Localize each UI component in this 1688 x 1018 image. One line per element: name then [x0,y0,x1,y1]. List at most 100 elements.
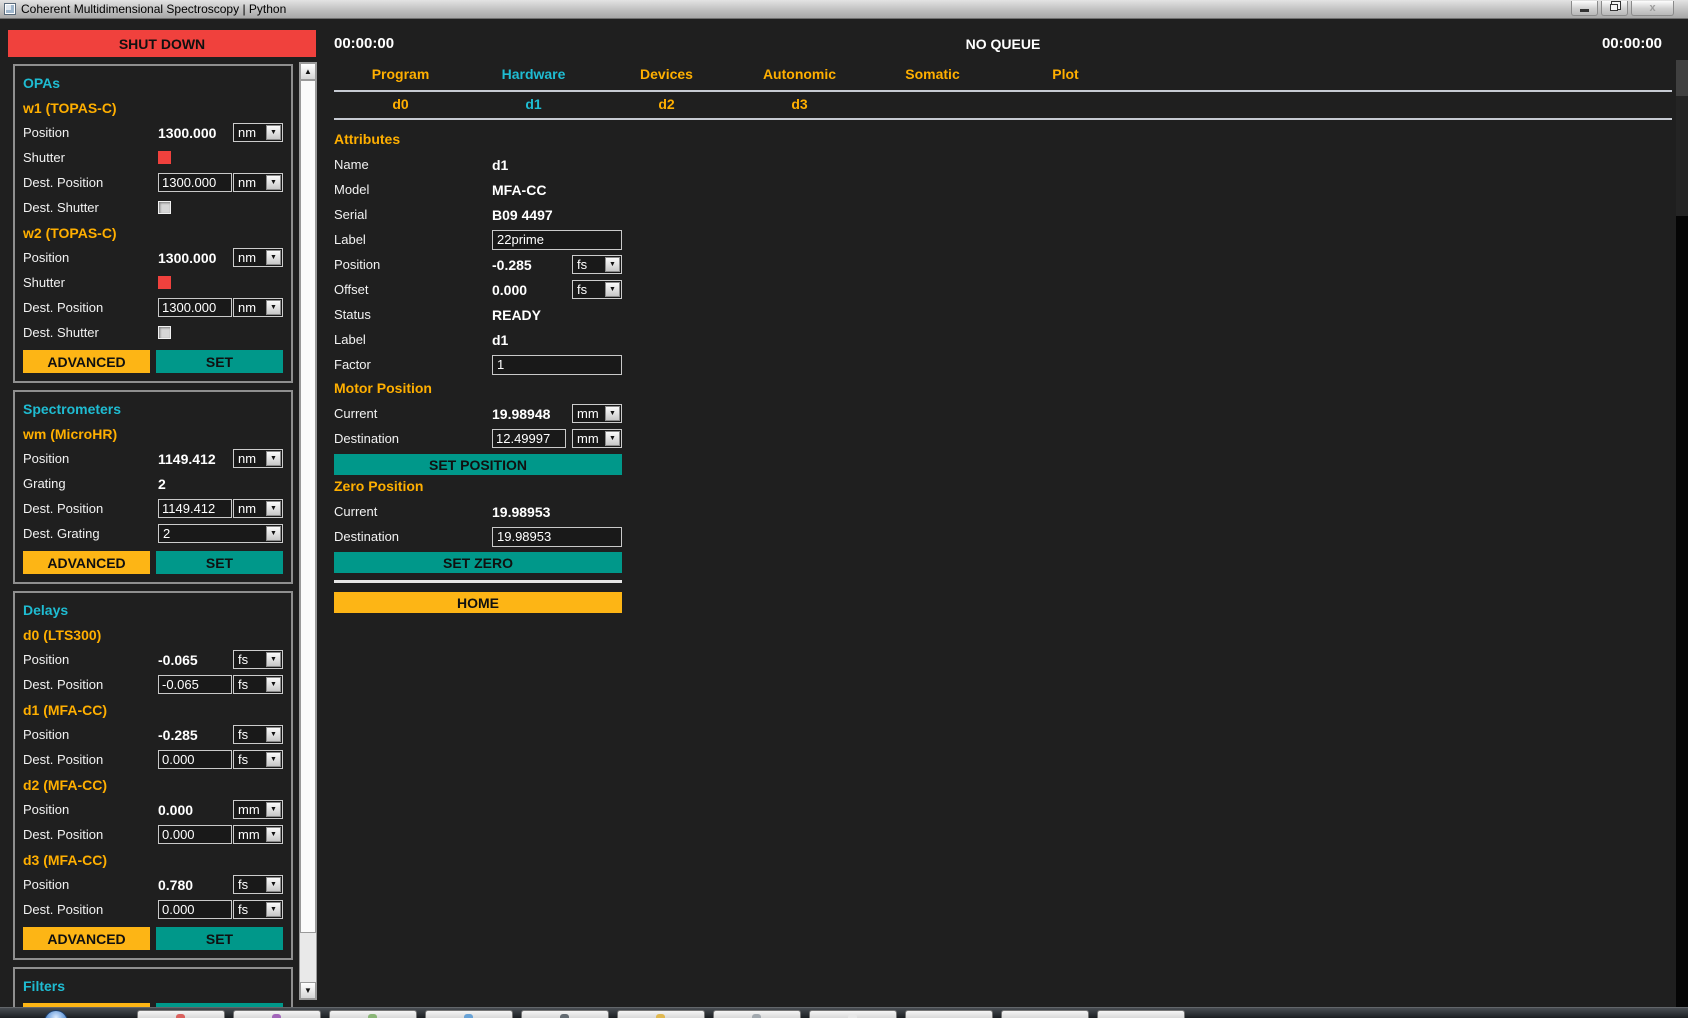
taskbar-app-icon [272,1014,281,1018]
d0-dest-position-input[interactable] [158,675,232,694]
taskbar-button[interactable] [1001,1010,1089,1018]
d2-position-unit-dropdown[interactable]: mm ▼ [233,800,283,819]
wm-dest-unit-dropdown[interactable]: nm ▼ [233,499,283,518]
main-scrollbar[interactable] [1676,60,1688,1007]
motor-current-unit-dropdown[interactable]: mm ▼ [572,404,622,423]
home-button[interactable]: HOME [334,592,622,613]
d3-position-unit-dropdown[interactable]: fs ▼ [233,875,283,894]
w1-dest-position-input[interactable] [158,173,232,192]
chevron-down-icon[interactable]: ▼ [266,250,281,265]
scroll-down-icon[interactable]: ▼ [300,982,316,999]
taskbar-button[interactable] [137,1010,225,1018]
start-button[interactable] [44,1010,68,1018]
opas-set-button[interactable]: SET [156,350,283,373]
opas-advanced-button[interactable]: ADVANCED [23,350,150,373]
delays-set-button[interactable]: SET [156,927,283,950]
taskbar-button[interactable] [617,1010,705,1018]
shutter-indicator [158,276,171,289]
sidebar-scrollbar[interactable]: ▲ ▼ [299,62,317,1000]
zero-destination-input[interactable] [492,527,622,547]
chevron-down-icon[interactable]: ▼ [266,677,281,692]
wm-position-unit-dropdown[interactable]: nm ▼ [233,449,283,468]
chevron-down-icon[interactable]: ▼ [266,752,281,767]
taskbar-button[interactable] [329,1010,417,1018]
chevron-down-icon[interactable]: ▼ [266,727,281,742]
chevron-down-icon[interactable]: ▼ [266,652,281,667]
row-w1-dest-position: Dest. Position nm ▼ [23,170,283,195]
w1-dest-unit-dropdown[interactable]: nm ▼ [233,173,283,192]
chevron-down-icon[interactable]: ▼ [266,877,281,892]
d3-dest-position-input[interactable] [158,900,232,919]
taskbar-button[interactable] [905,1010,993,1018]
shut-down-button[interactable]: SHUT DOWN [8,30,316,57]
w2-dest-unit-dropdown[interactable]: nm ▼ [233,298,283,317]
d0-position-unit-dropdown[interactable]: fs ▼ [233,650,283,669]
subtab-d1[interactable]: d1 [467,96,600,116]
d1-dest-position-input[interactable] [158,750,232,769]
taskbar-button[interactable] [521,1010,609,1018]
chevron-down-icon[interactable]: ▼ [266,175,281,190]
d0-dest-unit-dropdown[interactable]: fs ▼ [233,675,283,694]
tab-somatic[interactable]: Somatic [866,66,999,88]
taskbar-button[interactable] [233,1010,321,1018]
restore-button[interactable] [1601,1,1628,16]
chevron-down-icon[interactable]: ▼ [266,902,281,917]
scrollbar-thumb[interactable] [1676,60,1688,96]
w1-position-unit-dropdown[interactable]: nm ▼ [233,123,283,142]
spectrometers-advanced-button[interactable]: ADVANCED [23,551,150,574]
chevron-down-icon[interactable]: ▼ [266,827,281,842]
tab-program[interactable]: Program [334,66,467,88]
dest-shutter-checkbox[interactable] [158,326,171,339]
wm-dest-grating-dropdown[interactable]: 2 ▼ [158,524,283,543]
dest-shutter-checkbox[interactable] [158,201,171,214]
section-delays: Delays d0 (LTS300) Position -0.065 fs ▼ … [13,591,293,960]
d1-position-unit-dropdown[interactable]: fs ▼ [233,725,283,744]
d3-dest-unit-dropdown[interactable]: fs ▼ [233,900,283,919]
scroll-up-icon[interactable]: ▲ [300,63,316,80]
wm-dest-position-input[interactable] [158,499,232,518]
minimize-button[interactable] [1571,1,1598,16]
w2-position-unit-dropdown[interactable]: nm ▼ [233,248,283,267]
motor-destination-input[interactable] [492,429,566,448]
d1-dest-unit-dropdown[interactable]: fs ▼ [233,750,283,769]
delays-advanced-button[interactable]: ADVANCED [23,927,150,950]
taskbar-button[interactable] [425,1010,513,1018]
set-position-button[interactable]: SET POSITION [334,454,622,475]
chevron-down-icon[interactable]: ▼ [605,406,620,421]
tab-autonomic[interactable]: Autonomic [733,66,866,88]
chevron-down-icon[interactable]: ▼ [605,257,620,272]
d2-dest-position-input[interactable] [158,825,232,844]
tab-devices[interactable]: Devices [600,66,733,88]
label-input[interactable] [492,230,622,250]
position-unit-dropdown[interactable]: fs ▼ [572,255,622,274]
chevron-down-icon[interactable]: ▼ [605,282,620,297]
row-zero-current: Current 19.98953 [334,499,622,524]
row-status: Status READY [334,302,622,327]
d0-position-value: -0.065 [158,652,233,668]
chevron-down-icon[interactable]: ▼ [266,125,281,140]
taskbar-button[interactable] [809,1010,897,1018]
chevron-down-icon[interactable]: ▼ [266,802,281,817]
subtab-d0[interactable]: d0 [334,96,467,116]
motor-destination-unit-dropdown[interactable]: mm ▼ [572,429,622,448]
w2-dest-position-input[interactable] [158,298,232,317]
scrollbar-thumb[interactable] [300,80,316,933]
set-zero-button[interactable]: SET ZERO [334,552,622,573]
chevron-down-icon[interactable]: ▼ [266,451,281,466]
close-button[interactable]: x [1631,1,1674,16]
taskbar-button[interactable] [1097,1010,1185,1018]
subtab-d3[interactable]: d3 [733,96,866,116]
chevron-down-icon[interactable]: ▼ [605,431,620,446]
chevron-down-icon[interactable]: ▼ [266,526,281,541]
factor-input[interactable] [492,355,622,375]
tab-hardware[interactable]: Hardware [467,66,600,88]
subtab-d2[interactable]: d2 [600,96,733,116]
d2-dest-unit-dropdown[interactable]: mm ▼ [233,825,283,844]
position-value: -0.285 [492,257,572,273]
taskbar-button[interactable] [713,1010,801,1018]
spectrometers-set-button[interactable]: SET [156,551,283,574]
chevron-down-icon[interactable]: ▼ [266,501,281,516]
offset-unit-dropdown[interactable]: fs ▼ [572,280,622,299]
chevron-down-icon[interactable]: ▼ [266,300,281,315]
tab-plot[interactable]: Plot [999,66,1132,88]
